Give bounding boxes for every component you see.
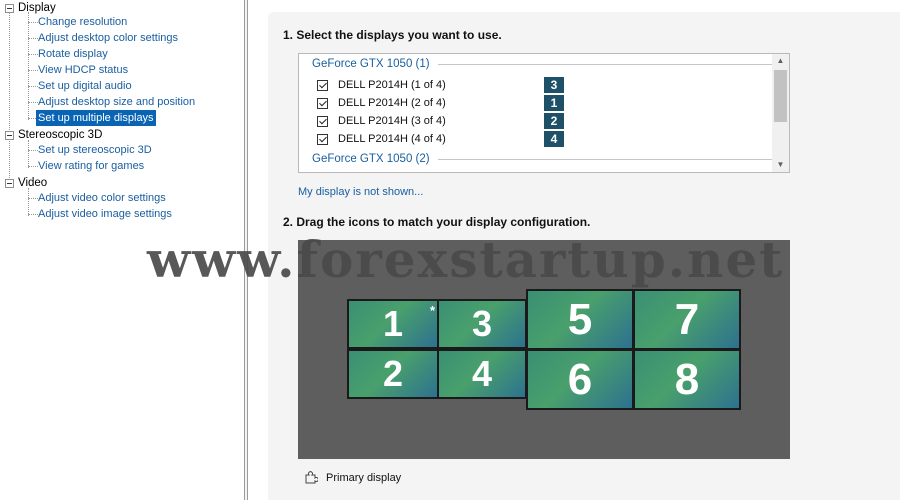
display-badge: 3 bbox=[544, 77, 564, 93]
tree-category-video[interactable]: Video bbox=[5, 175, 47, 191]
monitor-icon[interactable]: 6 bbox=[526, 349, 634, 410]
checkbox-checked-icon[interactable] bbox=[317, 79, 328, 91]
collapse-icon[interactable] bbox=[5, 178, 14, 188]
tree-category-stereoscopic[interactable]: Stereoscopic 3D bbox=[5, 127, 102, 143]
tree-guide bbox=[28, 12, 29, 120]
tree-item-desktop-size-position[interactable]: Adjust desktop size and position bbox=[36, 94, 197, 110]
group-divider bbox=[437, 63, 778, 65]
tree-guide bbox=[28, 188, 29, 216]
tree-item-adjust-desktop-color[interactable]: Adjust desktop color settings bbox=[36, 30, 180, 46]
display-row-2[interactable]: DELL P2014H (2 of 4) bbox=[317, 95, 446, 111]
tree-guide bbox=[28, 140, 29, 168]
step2-title: 2. Drag the icons to match your display … bbox=[283, 215, 591, 229]
tree-item-setup-stereoscopic[interactable]: Set up stereoscopic 3D bbox=[36, 142, 154, 158]
display-badge: 1 bbox=[544, 95, 564, 111]
collapse-icon[interactable] bbox=[5, 3, 14, 13]
listbox-scrollbar[interactable]: ▲ ▼ bbox=[772, 54, 789, 172]
primary-display-legend: Primary display bbox=[304, 471, 401, 485]
monitor-number: 4 bbox=[471, 353, 493, 394]
display-label: DELL P2014H (2 of 4) bbox=[338, 97, 446, 109]
checkbox-checked-icon[interactable] bbox=[317, 133, 328, 145]
monitor-number: 8 bbox=[674, 354, 700, 404]
display-label: DELL P2014H (1 of 4) bbox=[338, 79, 446, 91]
display-listbox[interactable]: GeForce GTX 1050 (1) DELL P2014H (1 of 4… bbox=[298, 53, 790, 173]
scroll-up-icon[interactable]: ▲ bbox=[772, 54, 789, 68]
monitor-number: 1 bbox=[382, 303, 404, 344]
display-row-1[interactable]: DELL P2014H (1 of 4) bbox=[317, 77, 446, 93]
monitor-icon[interactable]: 2 bbox=[347, 349, 439, 399]
monitor-icon[interactable]: 1 * bbox=[347, 299, 439, 349]
tree-item-view-rating[interactable]: View rating for games bbox=[36, 158, 146, 174]
tree-item-video-color[interactable]: Adjust video color settings bbox=[36, 190, 168, 206]
tree-guide bbox=[9, 12, 10, 188]
gpu-group-1: GeForce GTX 1050 (1) bbox=[312, 58, 778, 70]
puzzle-piece-icon bbox=[305, 471, 318, 484]
tree-item-view-hdcp-status[interactable]: View HDCP status bbox=[36, 62, 130, 78]
gpu-group-2: GeForce GTX 1050 (2) bbox=[312, 153, 778, 165]
display-badge: 2 bbox=[544, 113, 564, 129]
tree-item-video-image[interactable]: Adjust video image settings bbox=[36, 206, 174, 222]
monitor-icon[interactable]: 3 bbox=[437, 299, 527, 349]
tree-item-multiple-displays[interactable]: Set up multiple displays bbox=[36, 110, 156, 126]
display-label: DELL P2014H (4 of 4) bbox=[338, 133, 446, 145]
checkbox-checked-icon[interactable] bbox=[317, 115, 328, 127]
category-label: Stereoscopic 3D bbox=[18, 129, 103, 141]
step1-title: 1. Select the displays you want to use. bbox=[283, 28, 502, 42]
monitor-icon[interactable]: 4 bbox=[437, 349, 527, 399]
monitor-number: 2 bbox=[382, 353, 404, 394]
monitor-number: 6 bbox=[567, 354, 593, 404]
display-row-4[interactable]: DELL P2014H (4 of 4) bbox=[317, 131, 446, 147]
display-label: DELL P2014H (3 of 4) bbox=[338, 115, 446, 127]
monitor-number: 3 bbox=[471, 303, 493, 344]
checkbox-checked-icon[interactable] bbox=[317, 97, 328, 109]
primary-star-icon: * bbox=[429, 303, 435, 318]
category-label: Video bbox=[18, 177, 48, 189]
gpu-group-label: GeForce GTX 1050 (1) bbox=[312, 58, 430, 70]
gpu-group-label: GeForce GTX 1050 (2) bbox=[312, 153, 430, 165]
monitor-number: 5 bbox=[567, 294, 593, 344]
group-divider bbox=[437, 158, 778, 160]
monitor-icon[interactable]: 7 bbox=[633, 289, 741, 350]
display-row-3[interactable]: DELL P2014H (3 of 4) bbox=[317, 113, 446, 129]
tree-item-rotate-display[interactable]: Rotate display bbox=[36, 46, 110, 62]
monitor-number: 7 bbox=[674, 294, 700, 344]
tree-item-change-resolution[interactable]: Change resolution bbox=[36, 14, 129, 30]
watermark-text: www.forexstartup.net bbox=[147, 230, 785, 289]
tree-item-digital-audio[interactable]: Set up digital audio bbox=[36, 78, 134, 94]
collapse-icon[interactable] bbox=[5, 130, 14, 140]
display-not-shown-link[interactable]: My display is not shown... bbox=[298, 186, 423, 198]
scroll-down-icon[interactable]: ▼ bbox=[772, 158, 789, 172]
monitor-icon[interactable]: 5 bbox=[526, 289, 634, 350]
display-badge: 4 bbox=[544, 131, 564, 147]
monitor-icon[interactable]: 8 bbox=[633, 349, 741, 410]
scrollbar-thumb[interactable] bbox=[774, 70, 787, 122]
primary-display-label: Primary display bbox=[326, 472, 402, 484]
